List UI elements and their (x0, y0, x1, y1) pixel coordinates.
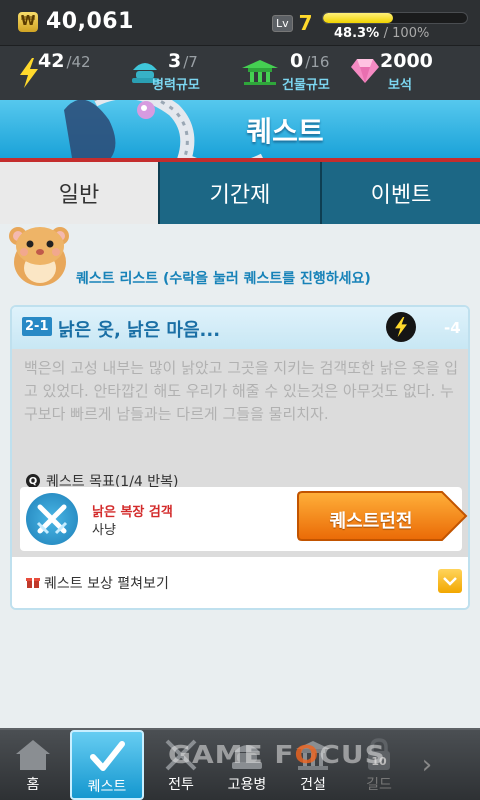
quest-header-banner: 퀘스트 (0, 100, 480, 162)
buildings-label: 건물규모 (282, 78, 330, 93)
watermark: GAME FOCUS (168, 739, 386, 770)
hamster-mascot-icon (9, 227, 69, 286)
buildings-resource: 0/16 (290, 50, 329, 72)
level-display: Lv 7 (272, 11, 313, 35)
gem-icon (351, 59, 379, 83)
buildings-current: 0 (290, 50, 304, 72)
tab-limited-time[interactable]: 기간제 (158, 162, 320, 224)
nav-battle-label: 전투 (168, 777, 194, 793)
check-icon (90, 741, 125, 771)
energy-cost: -4 (444, 319, 461, 337)
quest-list-label: 퀘스트 리스트 (수락을 눌러 퀘스트를 진행하세요) (76, 271, 371, 287)
quest-tabs: 일반 기간제 이벤트 (0, 162, 480, 224)
nav-home-label: 홈 (26, 777, 40, 793)
energy-current: 42 (38, 50, 65, 72)
xp-progress-fill (323, 13, 393, 23)
nav-home[interactable]: 홈 (0, 730, 66, 800)
page-title: 퀘스트 (246, 115, 324, 148)
xp-max: / 100% (383, 26, 430, 41)
buildings-icon (242, 60, 278, 85)
quest-card-body: 백은의 고성 내부는 많이 낡았고 그곳을 지키는 검객또한 낡은 옷을 입고 … (12, 349, 468, 557)
gems-resource: 2000 (380, 50, 433, 72)
quest-title: 낡은 옷, 낡은 마음... (58, 320, 221, 341)
nav-build-label: 건설 (300, 777, 326, 793)
quest-reward-toggle[interactable]: 퀘스트 보상 펼쳐보기 (12, 557, 468, 608)
xp-percent: 48.3% (334, 26, 380, 41)
goal-target-name: 낡은 복장 검객 (92, 505, 173, 520)
level-badge: Lv (272, 14, 293, 32)
nav-quest[interactable]: 퀘스트 (70, 730, 144, 800)
troops-max: /7 (183, 53, 198, 71)
troops-label: 병력규모 (152, 78, 200, 93)
xp-progress-bar (322, 12, 468, 24)
gift-icon (26, 578, 40, 588)
quest-card-header: 2-1 낡은 옷, 낡은 마음... -4 (12, 307, 468, 349)
won-coin-icon: ₩ (18, 11, 38, 32)
gold-amount: 40,061 (46, 9, 134, 34)
nav-quest-label: 퀘스트 (87, 779, 127, 795)
troops-current: 3 (168, 50, 182, 72)
quest-number-badge: 2-1 (22, 317, 52, 336)
nav-guild-label: 길드 (366, 777, 392, 793)
goal-type: 사냥 (92, 523, 116, 538)
quest-card: 2-1 낡은 옷, 낡은 마음... -4 백은의 고성 내부는 많이 낡았고 … (10, 305, 470, 610)
gems-label: 보석 (388, 78, 412, 93)
quest-description: 백은의 고성 내부는 많이 낡았고 그곳을 지키는 검객또한 낡은 옷을 입고 … (24, 359, 459, 423)
troops-resource: 3/7 (168, 50, 198, 72)
quest-dungeon-label[interactable]: 퀘스트던전 (296, 507, 446, 533)
quest-q-icon: Q (26, 474, 40, 488)
nav-mercenary-label: 고용병 (227, 777, 267, 793)
energy-max: /42 (66, 53, 91, 71)
quest-goal-box: 낡은 복장 검객 사냥 퀘스트던전 (20, 487, 468, 551)
xp-text: 48.3% / 100% (334, 26, 429, 41)
chevron-right-icon[interactable]: › (412, 730, 442, 800)
energy-resource: 42/42 (38, 50, 91, 72)
energy-icon (20, 58, 38, 88)
resource-bar: 42/42 3/7 병력규모 0/16 건물규모 2000 보석 (0, 46, 480, 100)
gold-display: ₩ 40,061 (18, 9, 134, 34)
crossed-swords-icon (26, 493, 78, 545)
quest-reward-label: 퀘스트 보상 펼쳐보기 (44, 576, 169, 592)
status-bar: ₩ 40,061 Lv 7 48.3% / 100% (0, 0, 480, 46)
gems-amount: 2000 (380, 50, 433, 72)
tab-event[interactable]: 이벤트 (320, 162, 480, 224)
home-icon (16, 740, 50, 770)
energy-cost-icon (386, 312, 416, 342)
level-value: 7 (298, 11, 313, 35)
chevron-down-icon[interactable] (438, 569, 462, 593)
tab-general[interactable]: 일반 (0, 162, 158, 224)
buildings-max: /16 (305, 53, 330, 71)
